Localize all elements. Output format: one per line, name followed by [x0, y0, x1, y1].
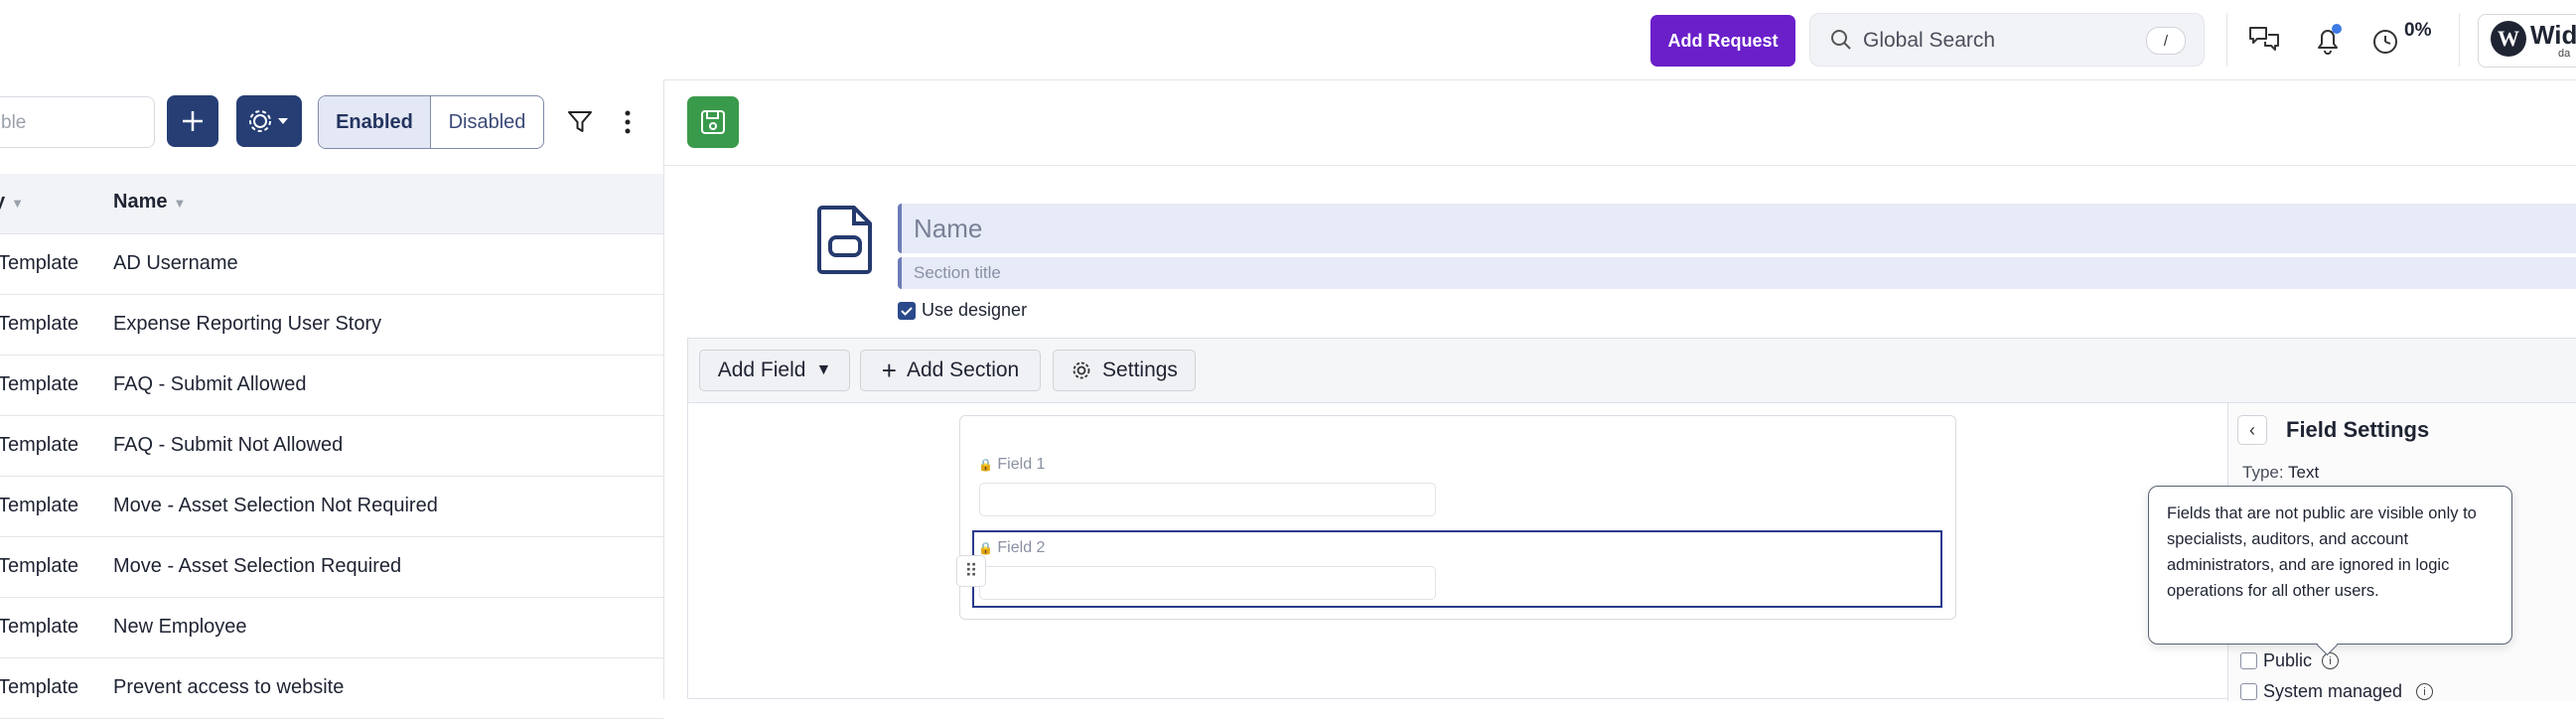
field-settings-title: Field Settings	[2286, 417, 2430, 442]
chat-icon[interactable]	[2246, 22, 2282, 58]
add-section-button[interactable]: + Add Section	[860, 350, 1041, 391]
divider	[664, 165, 2576, 166]
toggle-disabled[interactable]: Disabled	[431, 96, 543, 148]
divider	[2459, 13, 2460, 67]
back-chevron-icon[interactable]: ‹	[2237, 415, 2267, 445]
table-row[interactable]: Template AD Username	[0, 234, 663, 295]
field-1-label: 🔒 Field 1	[978, 456, 1046, 473]
public-tooltip: Fields that are not public are visible o…	[2148, 486, 2512, 645]
use-designer-checkbox[interactable]	[898, 302, 916, 320]
use-designer-label: Use designer	[922, 300, 1028, 320]
row-name: Move - Asset Selection Not Required	[113, 495, 438, 516]
plus-icon	[183, 111, 203, 131]
info-icon[interactable]: i	[2322, 652, 2339, 669]
row-name: AD Username	[113, 252, 238, 274]
row-type: Template	[0, 616, 79, 638]
row-name: Prevent access to website	[113, 676, 345, 698]
filter-icon[interactable]	[566, 109, 594, 140]
field-2-label: 🔒 Field 2	[978, 539, 1046, 556]
table-row[interactable]: Template FAQ - Submit Allowed	[0, 356, 663, 416]
logo-subtext: da	[2558, 48, 2571, 60]
row-type: Template	[0, 434, 79, 456]
column-header-name[interactable]: Name ▼	[113, 191, 186, 214]
settings-dropdown-button[interactable]	[236, 95, 302, 147]
row-name: Move - Asset Selection Required	[113, 555, 402, 577]
row-type: Template	[0, 676, 79, 698]
lock-icon: 🔒	[978, 541, 993, 555]
row-type: Template	[0, 313, 79, 335]
plus-icon: +	[881, 355, 897, 385]
row-type: Template	[0, 252, 79, 274]
row-type: Template	[0, 555, 79, 577]
drag-handle-icon[interactable]: ⠿	[956, 555, 986, 587]
global-search-input[interactable]: Global Search /	[1809, 13, 2205, 67]
column-header-type[interactable]: y▼	[0, 191, 24, 214]
row-name: FAQ - Submit Not Allowed	[113, 434, 344, 456]
table-header	[0, 174, 663, 234]
progress-percent: 0%	[2404, 20, 2432, 41]
table-row[interactable]: Template FAQ - Submit Not Allowed	[0, 416, 663, 477]
table-row[interactable]: Template New Employee	[0, 598, 663, 658]
table-row[interactable]: Template Move - Asset Selection Not Requi…	[0, 477, 663, 537]
field-1-input[interactable]	[979, 483, 1436, 516]
row-type: Template	[0, 495, 79, 516]
search-shortcut-badge: /	[2146, 27, 2186, 55]
check-icon	[901, 307, 913, 316]
more-options-icon[interactable]	[616, 109, 640, 140]
divider	[2226, 13, 2227, 67]
timer-icon[interactable]	[2367, 22, 2403, 58]
add-field-button[interactable]: Add Field ▼	[699, 350, 850, 391]
row-name: New Employee	[113, 616, 247, 638]
public-label: Public	[2263, 650, 2313, 670]
row-name: Expense Reporting User Story	[113, 313, 382, 335]
search-label: Global Search	[1863, 29, 1996, 52]
add-button[interactable]	[167, 95, 218, 147]
row-type: Template	[0, 373, 79, 395]
document-icon	[816, 204, 874, 280]
field-type: Type: Text	[2242, 463, 2320, 482]
settings-button[interactable]: Settings	[1053, 350, 1196, 391]
info-icon[interactable]: i	[2416, 683, 2433, 700]
section-title-input[interactable]: Section title	[898, 257, 2576, 289]
search-icon	[1830, 29, 1852, 56]
table-row[interactable]: Template Expense Reporting User Story	[0, 295, 663, 356]
row-name: FAQ - Submit Allowed	[113, 373, 307, 395]
field-2-input[interactable]	[979, 566, 1436, 600]
gear-icon	[1073, 361, 1090, 379]
public-checkbox[interactable]	[2240, 652, 2257, 669]
logo-mark-icon: W	[2491, 21, 2526, 57]
add-request-button[interactable]: Add Request	[1650, 15, 1795, 67]
toggle-enabled[interactable]: Enabled	[319, 96, 431, 148]
lock-icon: 🔒	[978, 458, 993, 472]
filter-input[interactable]: ble	[0, 96, 155, 148]
notifications-bell-icon[interactable]	[2310, 22, 2346, 58]
gear-icon	[249, 110, 288, 132]
table-row[interactable]: Template Move - Asset Selection Required	[0, 537, 663, 598]
system-managed-checkbox[interactable]	[2240, 683, 2257, 700]
caret-down-icon: ▼	[815, 361, 832, 378]
save-icon	[701, 110, 725, 134]
enabled-disabled-toggle: Enabled Disabled	[318, 95, 544, 149]
logo-text: Wid	[2530, 20, 2576, 50]
filter-placeholder: ble	[1, 112, 27, 133]
save-button[interactable]	[687, 96, 739, 148]
table-row[interactable]: Template Prevent access to website	[0, 658, 663, 719]
name-input[interactable]: Name	[898, 204, 2576, 253]
